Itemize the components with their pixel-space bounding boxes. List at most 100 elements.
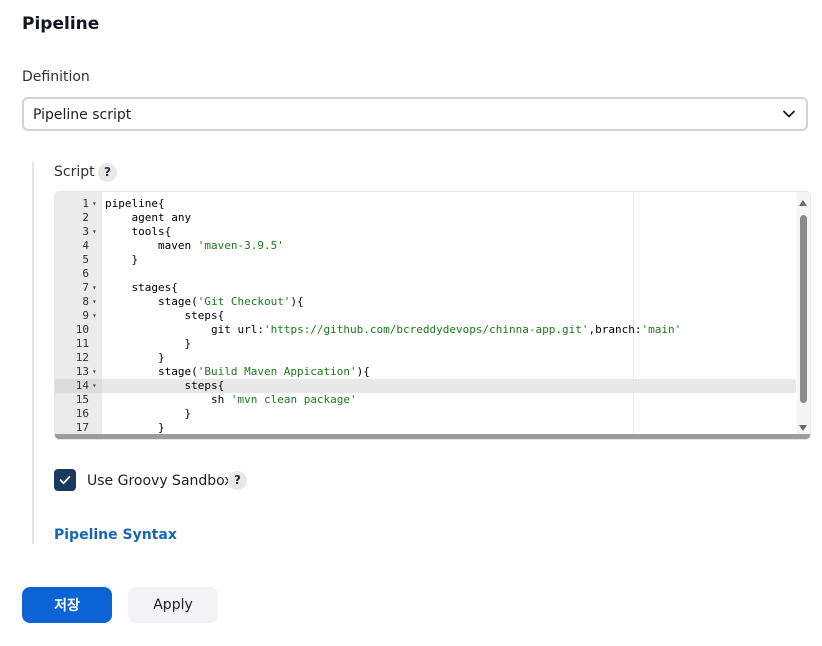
code-string-token: 'main' (641, 323, 682, 336)
code-token: agent any (105, 211, 192, 224)
sub-section-divider (32, 162, 34, 544)
line-number: 8 (82, 295, 89, 308)
line-number: 3 (82, 225, 89, 238)
code-text: } (105, 421, 165, 435)
code-token: stage( (105, 365, 198, 378)
code-text: stages{ (105, 281, 178, 295)
definition-select[interactable]: Pipeline script (22, 97, 808, 131)
sandbox-help-question-icon[interactable]: ? (228, 471, 247, 490)
code-token: } (105, 407, 192, 420)
code-token: } (105, 253, 139, 266)
fold-arrow-icon[interactable]: ▾ (92, 365, 100, 379)
code-line[interactable]: 8 ▾ stage('Git Checkout'){ (55, 295, 796, 309)
editor-vertical-scrollbar[interactable] (797, 192, 810, 439)
line-number: 16 (75, 407, 89, 420)
code-line[interactable]: 6 (55, 267, 796, 281)
script-help-question-icon[interactable]: ? (98, 163, 117, 182)
code-text: steps{ (105, 309, 224, 323)
code-line[interactable]: 4 maven 'maven-3.9.5' (55, 239, 796, 253)
line-number: 5 (82, 253, 89, 266)
code-line[interactable]: 5 } (55, 253, 796, 267)
definition-selected-value: Pipeline script (33, 107, 132, 123)
code-line[interactable]: 16 } (55, 407, 796, 421)
editor-lines: 1 ▾ pipeline{2 agent any 3 ▾ tools{4 maven '… (55, 197, 796, 439)
script-label: Script (54, 164, 95, 180)
code-line[interactable]: 2 agent any (55, 211, 796, 225)
line-number: 7 (82, 281, 89, 294)
code-token: maven (105, 239, 198, 252)
code-token: ){ (290, 295, 304, 308)
code-line[interactable]: 11 } (55, 337, 796, 351)
code-token: } (105, 421, 165, 434)
line-number: 9 (82, 309, 89, 322)
code-line[interactable]: 9 ▾ steps{ (55, 309, 796, 323)
line-number: 12 (75, 351, 89, 364)
code-line[interactable]: 12 } (55, 351, 796, 365)
code-token: ,branch: (588, 323, 642, 336)
code-token: sh (105, 393, 231, 406)
line-number: 6 (82, 267, 89, 280)
code-text: git url:'https://github.com/bcreddydevop… (105, 323, 681, 337)
code-line[interactable]: 3 ▾ tools{ (55, 225, 796, 239)
code-string-token: 'https://github.com/bcreddydevops/chinna… (263, 323, 589, 336)
code-text: tools{ (105, 225, 171, 239)
code-token: git url: (105, 323, 264, 336)
fold-arrow-icon[interactable]: ▾ (92, 197, 100, 211)
code-line[interactable]: 7 ▾ stages{ (55, 281, 796, 295)
groovy-sandbox-label: Use Groovy Sandbox (87, 473, 233, 489)
code-text: } (105, 407, 191, 421)
code-token: pipeline{ (105, 197, 165, 210)
fold-arrow-icon[interactable]: ▾ (92, 225, 100, 239)
code-string-token: 'maven-3.9.5' (197, 239, 284, 252)
code-text: pipeline{ (105, 197, 165, 211)
groovy-sandbox-checkbox[interactable] (54, 469, 76, 491)
fold-arrow-icon[interactable]: ▾ (92, 295, 100, 309)
code-text: stage('Git Checkout'){ (105, 295, 304, 309)
code-token: } (105, 337, 192, 350)
line-number: 2 (82, 211, 89, 224)
code-token: steps{ (105, 379, 225, 392)
code-line[interactable]: 10 git url:'https://github.com/bcreddyde… (55, 323, 796, 337)
code-string-token: 'mvn clean package' (230, 393, 357, 406)
fold-arrow-icon[interactable]: ▾ (92, 281, 100, 295)
code-text: } (105, 351, 165, 365)
code-line[interactable]: 1 ▾ pipeline{ (55, 197, 796, 211)
line-number: 14 (75, 379, 89, 392)
line-number: 1 (82, 197, 89, 210)
line-number: 17 (75, 421, 89, 434)
code-text: } (105, 253, 138, 267)
code-line[interactable]: 15 sh 'mvn clean package' (55, 393, 796, 407)
scroll-down-arrow-icon[interactable] (799, 425, 807, 431)
fold-arrow-icon[interactable]: ▾ (92, 309, 100, 323)
save-button[interactable]: 저장 (22, 587, 112, 623)
line-number: 15 (75, 393, 89, 406)
pipeline-syntax-link[interactable]: Pipeline Syntax (54, 527, 177, 543)
script-editor[interactable]: 1 ▾ pipeline{2 agent any 3 ▾ tools{4 maven '… (54, 191, 811, 440)
code-token: tools{ (105, 225, 172, 238)
code-string-token: 'Build Maven Appication' (197, 365, 357, 378)
code-token: stages{ (105, 281, 178, 294)
code-text: steps{ (105, 379, 224, 393)
code-token: steps{ (105, 309, 225, 322)
line-number: 13 (75, 365, 89, 378)
apply-button[interactable]: Apply (128, 587, 218, 623)
code-text: sh 'mvn clean package' (105, 393, 357, 407)
pipeline-config-page: Pipeline Definition Pipeline script Scri… (0, 0, 822, 646)
code-line[interactable]: 17 } (55, 421, 796, 435)
code-text: agent any (105, 211, 191, 225)
code-string-token: 'Git Checkout' (197, 295, 291, 308)
editor-horizontal-scrollbar[interactable] (55, 434, 810, 439)
line-number: 10 (75, 323, 89, 336)
line-number: 4 (82, 239, 89, 252)
definition-label: Definition (22, 69, 90, 85)
code-line[interactable]: 13 ▾ stage('Build Maven Appication'){ (55, 365, 796, 379)
code-token: stage( (105, 295, 198, 308)
fold-arrow-icon[interactable]: ▾ (92, 379, 100, 393)
scrollbar-thumb[interactable] (800, 215, 807, 403)
scroll-up-arrow-icon[interactable] (799, 200, 807, 206)
code-token: ){ (356, 365, 370, 378)
line-number: 11 (75, 337, 89, 350)
code-line[interactable]: 14 ▾ steps{ (55, 379, 796, 393)
code-token: } (105, 351, 165, 364)
chevron-down-icon (783, 110, 795, 118)
